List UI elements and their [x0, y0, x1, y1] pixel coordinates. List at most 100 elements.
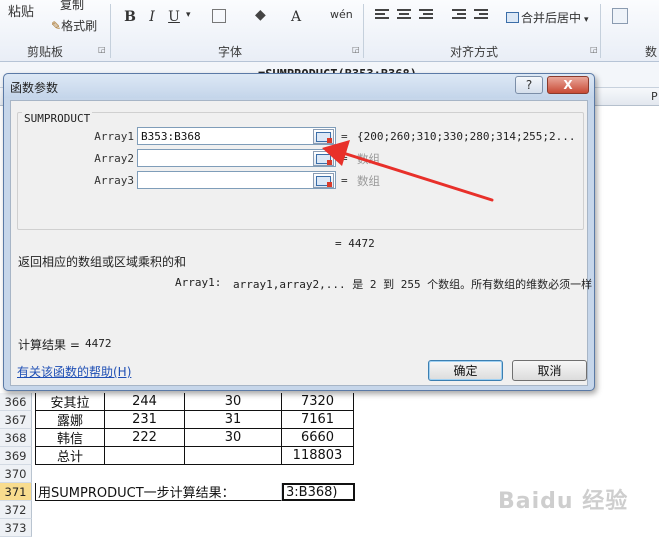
row-header-selected[interactable]: 371 [0, 483, 32, 501]
table-row: 370 [0, 465, 659, 483]
number-format-icon[interactable] [612, 8, 628, 24]
array3-label: Array3 [94, 174, 134, 187]
cell-name[interactable]: 安其拉 [35, 393, 105, 411]
function-description: 返回相应的数组或区域乘积的和 [18, 255, 187, 269]
alignment-group-label: 对齐方式 [450, 45, 499, 59]
function-arguments-dialog: 函数参数 ? X SUMPRODUCT Array1 B353:B368 = {… [3, 73, 595, 391]
result-label: 计算结果 = [18, 338, 80, 352]
function-help-link[interactable]: 有关该函数的帮助(H) [17, 363, 131, 380]
bold-button[interactable]: B [120, 8, 140, 26]
row-header[interactable]: 367 [0, 411, 32, 429]
array3-collapse-button[interactable] [313, 173, 334, 188]
alignment-launcher-icon[interactable]: ◲ [590, 45, 598, 54]
cell-name[interactable]: 总计 [35, 447, 105, 465]
row-header[interactable]: 368 [0, 429, 32, 447]
font-launcher-icon[interactable]: ◲ [352, 45, 360, 54]
row-header[interactable]: 366 [0, 393, 32, 411]
array2-collapse-button[interactable] [313, 151, 334, 166]
cell-d[interactable]: 6660 [282, 429, 354, 447]
cell-b[interactable]: 244 [105, 393, 185, 411]
cancel-button[interactable]: 取消 [512, 360, 587, 381]
row-header[interactable]: 372 [0, 501, 32, 519]
cell-c[interactable]: 30 [185, 393, 282, 411]
cell-d[interactable]: 7320 [282, 393, 354, 411]
column-header-p[interactable]: P [651, 90, 658, 103]
merge-icon [506, 12, 519, 23]
array1-result: {200;260;310;330;280;314;255;2... [357, 130, 576, 143]
brush-icon: ✎ [51, 19, 62, 33]
dialog-title: 函数参数 [10, 81, 59, 95]
cell-c[interactable]: 30 [185, 429, 282, 447]
group-divider [110, 4, 111, 58]
dialog-body: SUMPRODUCT Array1 B353:B368 = {200;260;3… [10, 100, 592, 386]
group-divider [600, 4, 601, 58]
cell-name[interactable]: 露娜 [35, 411, 105, 429]
array2-equals: = [341, 152, 348, 165]
label-cell[interactable]: 用SUMPRODUCT一步计算结果： [35, 483, 282, 501]
array1-equals: = [341, 130, 348, 143]
align-center-icon[interactable] [397, 9, 413, 23]
array2-hint: 数组 [357, 152, 380, 166]
range-select-icon [316, 175, 332, 187]
cell-c[interactable]: 31 [185, 411, 282, 429]
table-row: 373 [0, 519, 659, 537]
dropdown-arrow-icon[interactable]: ▾ [186, 10, 191, 20]
range-select-icon [316, 153, 332, 165]
close-button[interactable]: X [547, 76, 589, 94]
function-name: SUMPRODUCT [22, 112, 93, 125]
paste-button[interactable]: 粘贴 [8, 1, 34, 20]
array1-label: Array1 [94, 130, 134, 143]
ok-button[interactable]: 确定 [428, 360, 503, 381]
watermark-logo: Baidu 经验 [498, 489, 629, 514]
array2-input[interactable] [137, 149, 336, 167]
cell-b[interactable]: 222 [105, 429, 185, 447]
decrease-indent-icon[interactable] [452, 9, 468, 23]
dialog-titlebar[interactable]: 函数参数 ? X [4, 74, 594, 98]
cell-d[interactable]: 7161 [282, 411, 354, 429]
clipboard-group-label: 剪贴板 [27, 45, 64, 59]
cell-d[interactable]: 118803 [282, 447, 354, 465]
cell-b[interactable]: 231 [105, 411, 185, 429]
argument-help-name: Array1: [175, 276, 222, 289]
increase-indent-icon[interactable] [474, 9, 490, 23]
group-divider [363, 4, 364, 58]
row-header[interactable]: 370 [0, 465, 32, 483]
font-group-label: 字体 [218, 45, 243, 59]
argument-help-text: array1,array2,... 是 2 到 255 个数组。所有数组的维数必… [233, 278, 593, 291]
function-group-box: SUMPRODUCT Array1 B353:B368 = {200;260;3… [17, 112, 584, 230]
border-icon[interactable] [212, 9, 226, 23]
array2-label: Array2 [94, 152, 134, 165]
array1-input[interactable]: B353:B368 [137, 127, 336, 145]
align-left-icon[interactable] [375, 9, 391, 23]
active-cell[interactable]: 3:B368) [282, 483, 355, 501]
range-select-icon [316, 131, 332, 143]
result-value: 4472 [85, 337, 112, 350]
array1-collapse-button[interactable] [313, 129, 334, 144]
phonetic-guide-button[interactable]: wén [330, 8, 353, 21]
table-row: 368 韩信 222 30 6660 [0, 429, 659, 447]
help-button[interactable]: ? [515, 76, 543, 94]
align-right-icon[interactable] [419, 9, 435, 23]
worksheet-grid: 366 安其拉 244 30 7320 367 露娜 231 31 7161 3… [0, 393, 659, 540]
italic-button[interactable]: I [142, 8, 162, 26]
number-group-label: 数 [645, 45, 658, 59]
format-painter-button[interactable]: ✎格式刷 [51, 17, 97, 34]
cell-b[interactable] [105, 447, 185, 465]
merge-center-button[interactable]: 合并后居中 ▾ [506, 9, 589, 26]
table-row: 367 露娜 231 31 7161 [0, 411, 659, 429]
row-header[interactable]: 369 [0, 447, 32, 465]
clipboard-launcher-icon[interactable]: ◲ [98, 45, 106, 54]
row-header[interactable]: 373 [0, 519, 32, 537]
formula-total: = 4472 [335, 237, 375, 250]
font-color-button[interactable]: A [286, 8, 306, 26]
fill-color-icon[interactable]: ◆ [255, 7, 266, 23]
copy-button[interactable]: 复制 [60, 0, 84, 13]
array3-input[interactable] [137, 171, 336, 189]
dropdown-arrow-icon: ▾ [584, 15, 589, 25]
ribbon: 粘贴 复制 ✎格式刷 剪贴板 ◲ B I U ▾ ◆ A wén 字体 ◲ 合并… [0, 0, 659, 62]
underline-button[interactable]: U [164, 8, 184, 26]
table-row: 366 安其拉 244 30 7320 [0, 393, 659, 411]
array3-hint: 数组 [357, 174, 380, 188]
cell-c[interactable] [185, 447, 282, 465]
cell-name[interactable]: 韩信 [35, 429, 105, 447]
